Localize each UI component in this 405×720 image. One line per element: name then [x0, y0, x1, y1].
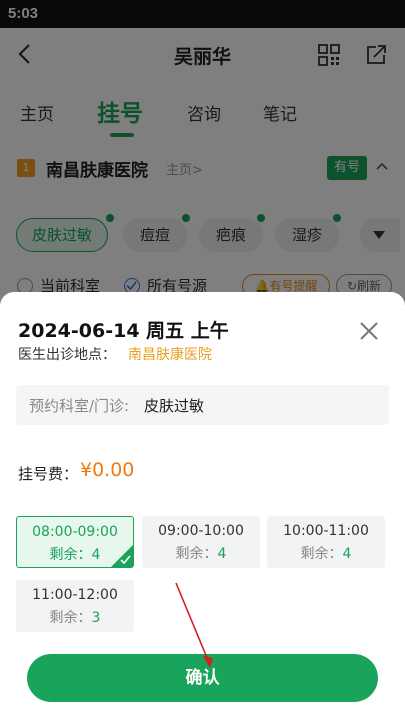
location-value: 南昌肤康医院 — [128, 347, 212, 363]
slot-time: 11:00-12:00 — [32, 587, 118, 603]
location-label: 医生出诊地点： — [18, 347, 116, 363]
fee-label: 挂号费： — [18, 465, 79, 483]
time-slot[interactable]: 08:00-09:00 剩余：4 — [16, 516, 134, 568]
slot-remaining: 剩余：3 — [49, 610, 101, 626]
booking-sheet: 2024-06-14 周五 上午 医生出诊地点： 南昌肤康医院 预约科室/门诊:… — [0, 292, 405, 720]
slot-time: 09:00-10:00 — [158, 523, 244, 539]
slot-time: 10:00-11:00 — [283, 523, 369, 539]
slot-remaining: 剩余：4 — [175, 546, 227, 562]
time-slot[interactable]: 10:00-11:00 剩余：4 — [267, 516, 385, 568]
time-slot[interactable]: 11:00-12:00 剩余：3 — [16, 580, 134, 632]
department-field: 预约科室/门诊: 皮肤过敏 — [16, 385, 389, 425]
slot-time: 08:00-09:00 — [32, 524, 118, 540]
selected-check-icon — [111, 545, 133, 567]
appointment-date: 2024-06-14 周五 上午 — [18, 320, 229, 342]
slot-remaining: 剩余：4 — [300, 546, 352, 562]
confirm-button[interactable]: 确认 — [27, 654, 378, 702]
time-slot[interactable]: 09:00-10:00 剩余：4 — [142, 516, 260, 568]
fee-value: ¥0.00 — [80, 459, 135, 481]
department-value: 皮肤过敏 — [144, 397, 205, 415]
close-icon[interactable] — [358, 320, 380, 342]
department-label: 预约科室/门诊: — [29, 397, 130, 415]
